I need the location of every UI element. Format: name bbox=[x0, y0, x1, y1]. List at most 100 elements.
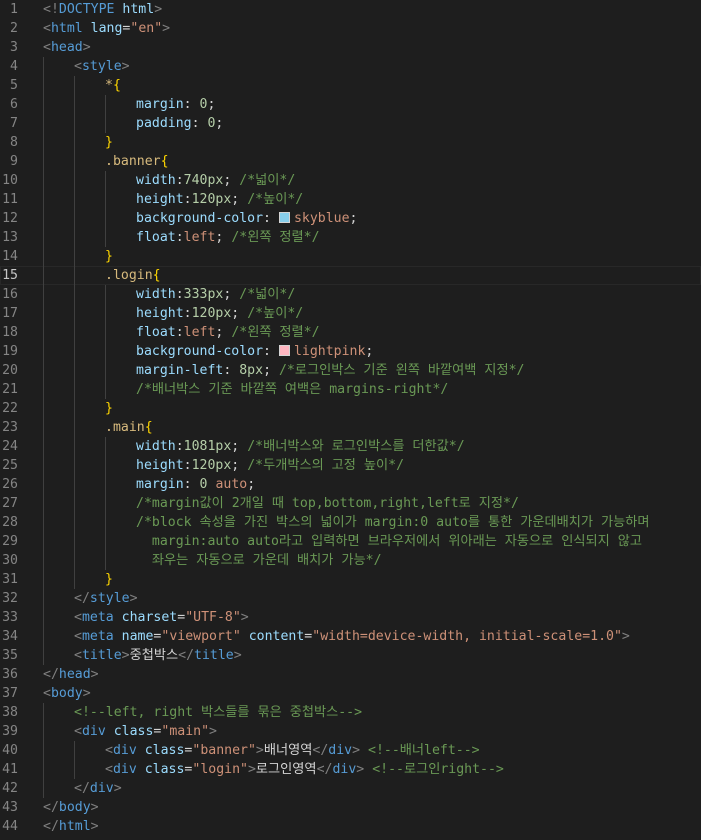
code-line[interactable]: 3 <head> bbox=[0, 38, 701, 57]
code-line[interactable]: 2 <html lang="en"> bbox=[0, 19, 701, 38]
code-line[interactable]: 38 <!--left, right 박스들를 묶은 중첩박스--> bbox=[0, 703, 701, 722]
indent-guide bbox=[74, 171, 75, 190]
code-line[interactable]: 29 margin:auto auto라고 입력하면 브라우저에서 위아래는 자… bbox=[0, 532, 701, 551]
code-line[interactable]: 39 <div class="main"> bbox=[0, 722, 701, 741]
code-line[interactable]: 42 </div> bbox=[0, 779, 701, 798]
indent-guide bbox=[74, 741, 75, 760]
code-line[interactable]: 26 margin: 0 auto; bbox=[0, 475, 701, 494]
code-line[interactable]: 43 </body> bbox=[0, 798, 701, 817]
code-token: > bbox=[121, 59, 130, 74]
line-number: 26 bbox=[2, 477, 18, 492]
code-token: margin:auto auto라고 입력하면 브라우저에서 위아래는 자동으로… bbox=[136, 534, 642, 549]
code-line[interactable]: 33 <meta charset="UTF-8"> bbox=[0, 608, 701, 627]
code-token: : bbox=[183, 458, 192, 473]
code-line[interactable]: 6 margin: 0; bbox=[0, 95, 701, 114]
indent-guide bbox=[43, 513, 44, 532]
code-text: margin-left: 8px; /*로그인박스 기준 왼쪽 바깥여백 지정*… bbox=[136, 361, 524, 380]
code-line[interactable]: 30 좌우는 자동으로 가운데 배치가 가능*/ bbox=[0, 551, 701, 570]
code-line[interactable]: 34 <meta name="viewport" content="width=d… bbox=[0, 627, 701, 646]
code-token: float bbox=[136, 230, 176, 245]
code-text: /*margin값이 2개일 때 top,bottom,right,left로 … bbox=[136, 494, 519, 513]
line-number: 38 bbox=[2, 705, 18, 720]
indent-guide bbox=[105, 228, 106, 247]
code-line[interactable]: 17 height:120px; /*높이*/ bbox=[0, 304, 701, 323]
code-line[interactable]: 44 </html> bbox=[0, 817, 701, 836]
code-line[interactable]: 8} bbox=[0, 133, 701, 152]
code-line[interactable]: 12 background-color: skyblue; bbox=[0, 209, 701, 228]
code-token: .main bbox=[105, 420, 145, 435]
code-text: <!DOCTYPE html> bbox=[43, 0, 162, 19]
code-line[interactable]: 32 </style> bbox=[0, 589, 701, 608]
indent-guide bbox=[105, 114, 106, 133]
code-token: html bbox=[122, 2, 155, 17]
code-line[interactable]: 31} bbox=[0, 570, 701, 589]
indent-guide bbox=[43, 342, 44, 361]
code-line[interactable]: 25 height:120px; /*두개박스의 고정 높이*/ bbox=[0, 456, 701, 475]
code-line[interactable]: 4 <style> bbox=[0, 57, 701, 76]
code-token: < bbox=[43, 40, 51, 55]
indent-guide bbox=[74, 266, 75, 285]
code-line[interactable]: 37 <body> bbox=[0, 684, 701, 703]
code-token: div bbox=[81, 724, 114, 739]
code-line[interactable]: 36 </head> bbox=[0, 665, 701, 684]
line-number: 3 bbox=[10, 40, 18, 55]
code-token: > bbox=[154, 2, 163, 17]
code-text: .login{ bbox=[105, 266, 161, 285]
code-line[interactable]: 35 <title>중첩박스</title> bbox=[0, 646, 701, 665]
code-token: ; bbox=[231, 439, 248, 454]
code-line[interactable]: 23 .main{ bbox=[0, 418, 701, 437]
code-editor[interactable]: 1 <!DOCTYPE html> 2 <html lang="en"> 3 <head>… bbox=[0, 0, 701, 840]
indent-guide bbox=[105, 285, 106, 304]
line-number: 15 bbox=[2, 268, 18, 283]
code-token: width bbox=[136, 287, 176, 302]
code-text: height:120px; /*높이*/ bbox=[136, 190, 303, 209]
code-text: .main{ bbox=[105, 418, 153, 437]
code-token: /*margin값이 2개일 때 top,bottom,right,left로 … bbox=[136, 496, 519, 511]
code-token: </ bbox=[316, 762, 333, 777]
code-line[interactable]: 1 <!DOCTYPE html> bbox=[0, 0, 701, 19]
code-token: "main" bbox=[161, 724, 210, 739]
code-line[interactable]: 19 background-color: lightpink; bbox=[0, 342, 701, 361]
code-token: </ bbox=[74, 781, 90, 796]
code-line[interactable]: 21 /*배너박스 기준 바깥쪽 여백은 margins-right*/ bbox=[0, 380, 701, 399]
code-line[interactable]: 13 float:left; /*왼쪽 정렬*/ bbox=[0, 228, 701, 247]
indent-guide bbox=[74, 551, 75, 570]
code-token: : bbox=[175, 173, 184, 188]
code-line[interactable]: 5 *{ bbox=[0, 76, 701, 95]
code-line[interactable]: 10 width:740px; /*넓이*/ bbox=[0, 171, 701, 190]
line-number: 33 bbox=[2, 610, 18, 625]
code-line[interactable]: 15 .login{ bbox=[0, 266, 701, 285]
code-line[interactable]: 41 <div class="login">로그인영역</div> <!--로그인… bbox=[0, 760, 701, 779]
code-line[interactable]: 9 .banner{ bbox=[0, 152, 701, 171]
indent-guide bbox=[74, 475, 75, 494]
code-line[interactable]: 14} bbox=[0, 247, 701, 266]
code-token: > bbox=[121, 648, 130, 663]
code-line[interactable]: 16 width:333px; /*넓이*/ bbox=[0, 285, 701, 304]
indent-guide bbox=[74, 133, 75, 152]
code-token: ; bbox=[231, 192, 248, 207]
code-token: : bbox=[175, 325, 184, 340]
code-line[interactable]: 7 padding: 0; bbox=[0, 114, 701, 133]
code-token: "en" bbox=[130, 21, 163, 36]
code-line[interactable]: 28 /*block 속성을 가진 박스의 넓이가 margin:0 auto를 … bbox=[0, 513, 701, 532]
line-number: 11 bbox=[2, 192, 18, 207]
code-line[interactable]: 18 float:left; /*왼쪽 정렬*/ bbox=[0, 323, 701, 342]
code-token: meta bbox=[81, 629, 122, 644]
code-line[interactable]: 40 <div class="banner">배너영역</div> <!--배너l… bbox=[0, 741, 701, 760]
indent-guide bbox=[43, 532, 44, 551]
indent-guide bbox=[74, 399, 75, 418]
code-line[interactable]: 22} bbox=[0, 399, 701, 418]
code-line[interactable]: 24 width:1081px; /*배너박스와 로그인박스를 더한값*/ bbox=[0, 437, 701, 456]
color-swatch-icon[interactable] bbox=[278, 345, 290, 356]
code-token: div bbox=[328, 743, 353, 758]
code-token: width bbox=[136, 439, 176, 454]
code-token: : bbox=[263, 344, 279, 359]
indent-guide bbox=[74, 361, 75, 380]
color-swatch-icon[interactable] bbox=[278, 212, 290, 223]
code-line[interactable]: 11 height:120px; /*높이*/ bbox=[0, 190, 701, 209]
code-line[interactable]: 20 margin-left: 8px; /*로그인박스 기준 왼쪽 바깥여백 지… bbox=[0, 361, 701, 380]
code-line[interactable]: 27 /*margin값이 2개일 때 top,bottom,right,left… bbox=[0, 494, 701, 513]
code-token: : bbox=[183, 306, 192, 321]
code-token: : bbox=[191, 116, 208, 131]
code-token: </ bbox=[43, 800, 59, 815]
